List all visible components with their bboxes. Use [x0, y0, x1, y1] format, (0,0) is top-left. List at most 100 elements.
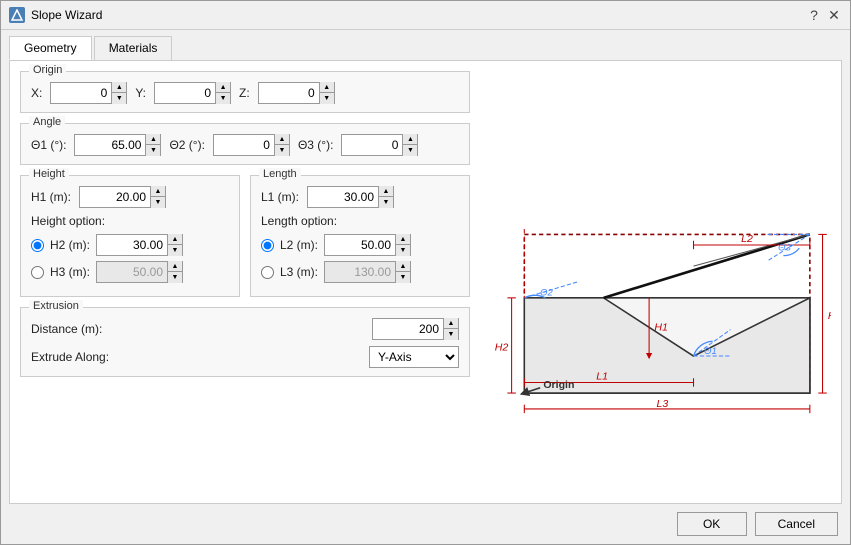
- left-panel: Origin X: ▲ ▼ Y: ▲: [20, 71, 470, 493]
- h3-radio[interactable]: [31, 266, 44, 279]
- distance-spinner[interactable]: ▲ ▼: [372, 318, 459, 340]
- z-spinner[interactable]: ▲ ▼: [258, 82, 335, 104]
- theta3-up-btn[interactable]: ▲: [403, 134, 417, 145]
- theta2-up-btn[interactable]: ▲: [275, 134, 289, 145]
- l2-input[interactable]: [325, 235, 395, 255]
- y-down-btn[interactable]: ▼: [216, 93, 230, 104]
- length-group: Length L1 (m): ▲ ▼ Length option:: [250, 175, 470, 297]
- help-button[interactable]: ?: [806, 7, 822, 23]
- svg-text:L1: L1: [596, 370, 608, 382]
- l2-radio-row: L2 (m): ▲ ▼: [261, 234, 459, 256]
- l3-input[interactable]: [325, 262, 395, 282]
- y-spinner-btns: ▲ ▼: [215, 82, 230, 104]
- z-up-btn[interactable]: ▲: [320, 82, 334, 93]
- theta2-down-btn[interactable]: ▼: [275, 145, 289, 156]
- theta2-spinner[interactable]: ▲ ▼: [213, 134, 290, 156]
- l3-up-btn[interactable]: ▲: [396, 261, 410, 272]
- tab-materials[interactable]: Materials: [94, 36, 173, 60]
- h2-radio[interactable]: [31, 239, 44, 252]
- distance-input[interactable]: [373, 319, 443, 339]
- x-spinner-btns: ▲ ▼: [111, 82, 126, 104]
- h1-input[interactable]: [80, 187, 150, 207]
- extrude-along-select[interactable]: Y-Axis X-Axis Z-Axis: [369, 346, 459, 368]
- l1-spinner-btns: ▲ ▼: [378, 186, 393, 208]
- l3-spinner-btns: ▲ ▼: [395, 261, 410, 283]
- h3-spinner[interactable]: ▲ ▼: [96, 261, 183, 283]
- theta1-spinner[interactable]: ▲ ▼: [74, 134, 161, 156]
- origin-row: X: ▲ ▼ Y: ▲ ▼: [31, 82, 459, 104]
- h1-down-btn[interactable]: ▼: [151, 197, 165, 208]
- tab-geometry[interactable]: Geometry: [9, 36, 92, 60]
- l2-down-btn[interactable]: ▼: [396, 245, 410, 256]
- x-up-btn[interactable]: ▲: [112, 82, 126, 93]
- l2-radio[interactable]: [261, 239, 274, 252]
- h2-label: H2 (m):: [50, 238, 90, 252]
- svg-text:H2: H2: [495, 342, 509, 354]
- tab-bar: Geometry Materials: [1, 30, 850, 60]
- l3-radio[interactable]: [261, 266, 274, 279]
- length-group-label: Length: [259, 168, 301, 180]
- theta1-down-btn[interactable]: ▼: [146, 145, 160, 156]
- x-label: X:: [31, 86, 42, 100]
- x-spinner[interactable]: ▲ ▼: [50, 82, 127, 104]
- distance-up-btn[interactable]: ▲: [444, 318, 458, 329]
- h3-label: H3 (m):: [50, 265, 90, 279]
- angle-row: Θ1 (°): ▲ ▼ Θ2 (°): ▲ ▼: [31, 134, 459, 156]
- h3-radio-row: H3 (m): ▲ ▼: [31, 261, 229, 283]
- theta1-input[interactable]: [75, 135, 145, 155]
- svg-text:L2: L2: [741, 233, 753, 245]
- h3-up-btn[interactable]: ▲: [168, 261, 182, 272]
- h1-row: H1 (m): ▲ ▼: [31, 186, 229, 208]
- h2-up-btn[interactable]: ▲: [168, 234, 182, 245]
- theta2-spinner-btns: ▲ ▼: [274, 134, 289, 156]
- l1-label: L1 (m):: [261, 190, 299, 204]
- theta3-input[interactable]: [342, 135, 402, 155]
- h3-down-btn[interactable]: ▼: [168, 272, 182, 283]
- length-option-row: Length option:: [261, 214, 459, 228]
- x-down-btn[interactable]: ▼: [112, 93, 126, 104]
- length-option-label: Length option:: [261, 214, 337, 228]
- z-down-btn[interactable]: ▼: [320, 93, 334, 104]
- l1-input[interactable]: [308, 187, 378, 207]
- h1-spinner[interactable]: ▲ ▼: [79, 186, 166, 208]
- theta3-spinner[interactable]: ▲ ▼: [341, 134, 418, 156]
- theta2-input[interactable]: [214, 135, 274, 155]
- theta2-label: Θ2 (°):: [169, 138, 204, 152]
- h2-spinner[interactable]: ▲ ▼: [96, 234, 183, 256]
- h2-down-btn[interactable]: ▼: [168, 245, 182, 256]
- origin-group: Origin X: ▲ ▼ Y: ▲: [20, 71, 470, 113]
- origin-group-label: Origin: [29, 64, 66, 76]
- theta1-label: Θ1 (°):: [31, 138, 66, 152]
- l2-up-btn[interactable]: ▲: [396, 234, 410, 245]
- z-label: Z:: [239, 86, 250, 100]
- theta1-up-btn[interactable]: ▲: [146, 134, 160, 145]
- cancel-button[interactable]: Cancel: [755, 512, 838, 536]
- h1-up-btn[interactable]: ▲: [151, 186, 165, 197]
- extrude-along-label: Extrude Along:: [31, 350, 109, 364]
- l1-up-btn[interactable]: ▲: [379, 186, 393, 197]
- l1-spinner[interactable]: ▲ ▼: [307, 186, 394, 208]
- h3-input[interactable]: [97, 262, 167, 282]
- y-up-btn[interactable]: ▲: [216, 82, 230, 93]
- h2-input[interactable]: [97, 235, 167, 255]
- y-spinner[interactable]: ▲ ▼: [154, 82, 231, 104]
- ok-button[interactable]: OK: [677, 512, 747, 536]
- distance-spinner-btns: ▲ ▼: [443, 318, 458, 340]
- l3-radio-row: L3 (m): ▲ ▼: [261, 261, 459, 283]
- height-length-section: Height H1 (m): ▲ ▼ Height option:: [20, 175, 470, 297]
- app-icon: [9, 7, 25, 23]
- l3-spinner[interactable]: ▲ ▼: [324, 261, 411, 283]
- svg-text:Origin: Origin: [543, 379, 574, 391]
- distance-down-btn[interactable]: ▼: [444, 329, 458, 340]
- theta3-down-btn[interactable]: ▼: [403, 145, 417, 156]
- slope-wizard-dialog: Slope Wizard ? ✕ Geometry Materials Orig…: [0, 0, 851, 545]
- z-input[interactable]: [259, 83, 319, 103]
- z-spinner-btns: ▲ ▼: [319, 82, 334, 104]
- l3-down-btn[interactable]: ▼: [396, 272, 410, 283]
- h1-label: H1 (m):: [31, 190, 71, 204]
- l1-down-btn[interactable]: ▼: [379, 197, 393, 208]
- l2-spinner[interactable]: ▲ ▼: [324, 234, 411, 256]
- x-input[interactable]: [51, 83, 111, 103]
- close-button[interactable]: ✕: [826, 7, 842, 23]
- y-input[interactable]: [155, 83, 215, 103]
